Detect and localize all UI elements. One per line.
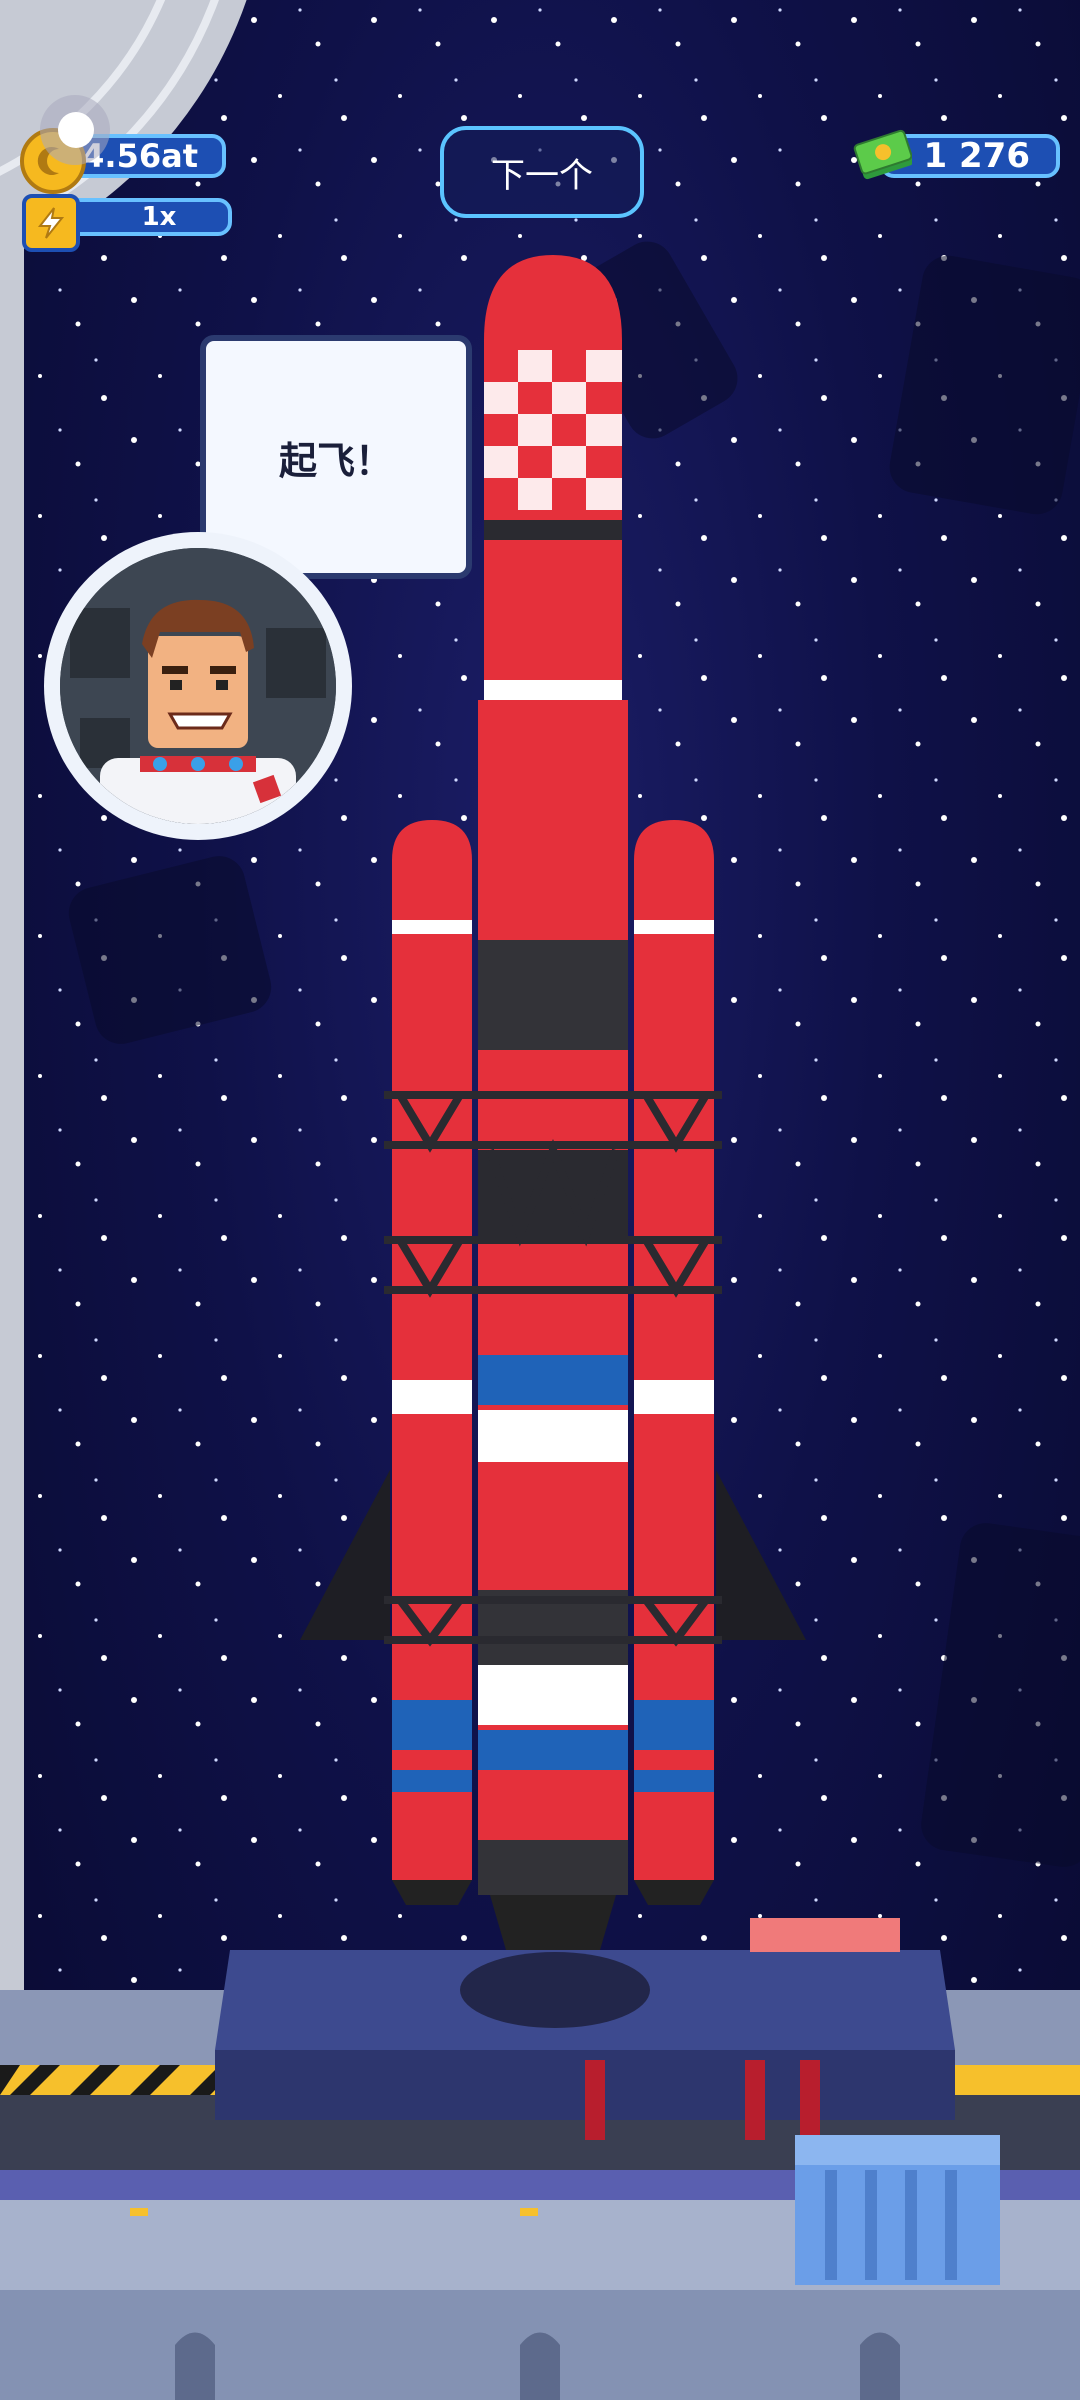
speech-text: 起飞！ <box>278 438 393 483</box>
speed-multiplier: 1x <box>141 202 177 232</box>
cash-stack-icon <box>852 128 912 182</box>
astronaut-avatar <box>60 548 336 824</box>
launch-pad <box>0 1918 1080 2400</box>
lightning-icon[interactable] <box>22 194 80 252</box>
cash-value: 1 276 <box>923 136 1030 176</box>
next-button[interactable]: 下一个 <box>440 126 644 218</box>
touch-indicator-dot <box>58 112 94 148</box>
space-background <box>0 0 1080 2400</box>
speed-display: 1x <box>56 198 232 236</box>
next-button-label: 下一个 <box>491 155 593 196</box>
